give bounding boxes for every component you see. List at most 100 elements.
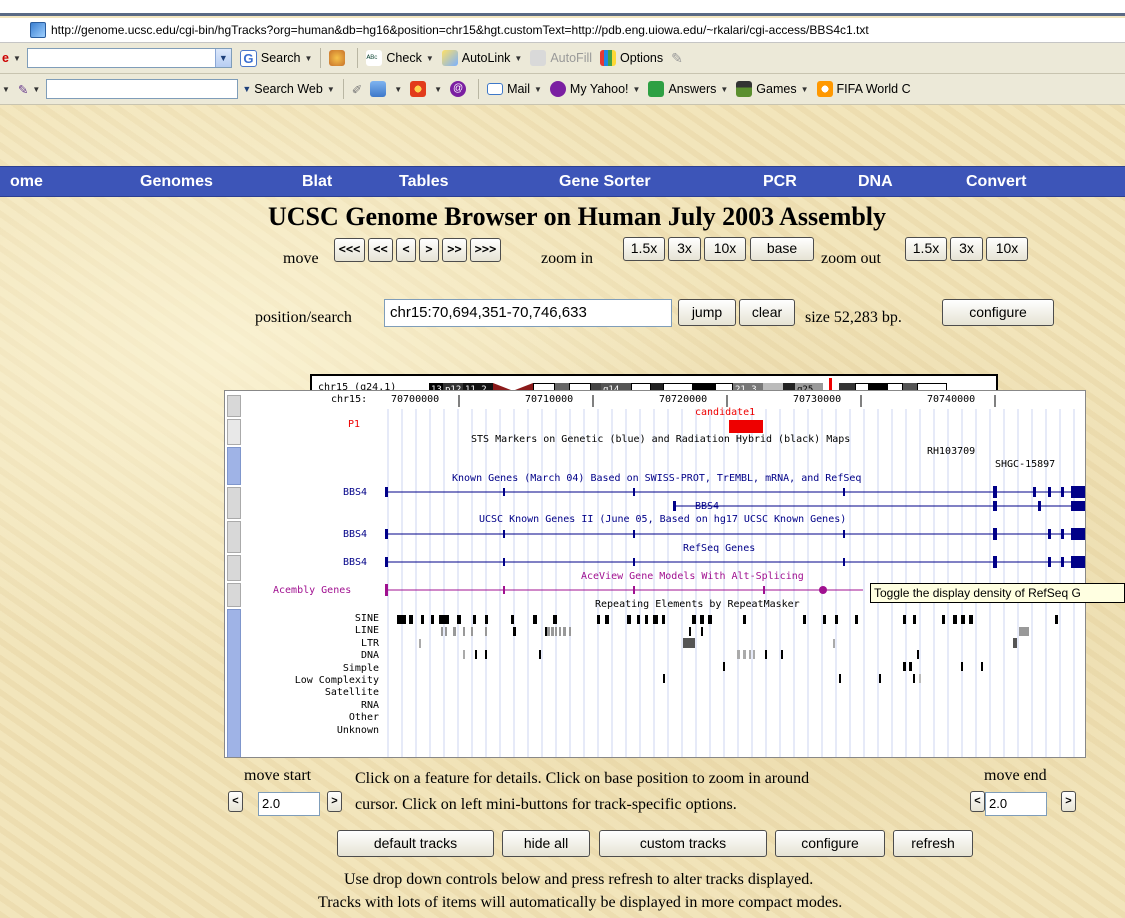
answers-icon (648, 81, 665, 97)
mini-button-custom[interactable] (227, 419, 241, 445)
zoom-out-10x-button[interactable]: 10x (986, 237, 1028, 261)
page-title: UCSC Genome Browser on Human July 2003 A… (268, 202, 887, 231)
search-web-button[interactable]: ▼ Search Web ▼ (242, 82, 334, 96)
zoom-in-3x-button[interactable]: 3x (668, 237, 701, 261)
move-end-input[interactable]: 2.0 (985, 792, 1047, 816)
pencil-highlight-button[interactable]: ✎ (671, 50, 683, 67)
highlight-button[interactable]: ✐ (352, 82, 362, 97)
repeat-class-labels: SINE LINE LTR DNA Simple Low Complexity … (294, 613, 379, 736)
autolink-button[interactable]: AutoLink ▼ (441, 50, 522, 66)
antispy-icon (410, 81, 427, 97)
nav-genomes[interactable]: Genomes (140, 173, 213, 191)
default-tracks-button[interactable]: default tracks (337, 830, 494, 857)
nav-gene-sorter[interactable]: Gene Sorter (559, 173, 651, 191)
address-bar[interactable]: http://genome.ucsc.edu/cgi-bin/hgTracks?… (0, 18, 1125, 43)
toolbar-search-input[interactable]: ▼ (26, 48, 232, 68)
nav-pcr[interactable]: PCR (763, 173, 797, 191)
dropdown-arrow-icon[interactable]: ▼ (214, 49, 231, 67)
chevron-down-icon[interactable]: ▼ (2, 85, 10, 94)
move-end-left-button[interactable]: < (970, 791, 985, 812)
yahoo-y-icon: @ (450, 81, 467, 97)
page-menu-button[interactable]: ▼ (370, 81, 402, 97)
candidate-feature[interactable] (729, 420, 763, 433)
autofill-icon (530, 50, 547, 66)
ruler-ticks (458, 395, 996, 407)
repeatmasker-title: Repeating Elements by RepeatMasker (595, 599, 800, 610)
move-left-small-button[interactable]: < (396, 238, 416, 262)
toolbar-yahoo: ▼ ✎ ▼ ▼ Search Web ▼ ✐ ▼ ▼ @ Mail ▼ My Yahoo… (0, 74, 1125, 105)
options-button[interactable]: Options (600, 50, 663, 66)
autofill-button[interactable]: AutoFill (530, 50, 592, 66)
tracks-image[interactable]: chr15: 70700000 70710000 70720000 707300… (224, 390, 1086, 758)
my-yahoo-button[interactable]: My Yahoo! ▼ (549, 81, 640, 97)
move-left-far-button[interactable]: <<< (334, 238, 365, 262)
google-g-icon: G (239, 49, 257, 67)
configure-button[interactable]: configure (942, 299, 1054, 326)
zoom-in-10x-button[interactable]: 10x (704, 237, 746, 261)
fifa-button[interactable]: FIFA World C (816, 81, 911, 97)
my-yahoo-icon (549, 81, 566, 97)
move-label: move (283, 250, 319, 267)
games-icon (736, 81, 753, 97)
games-button[interactable]: Games ▼ (736, 81, 809, 97)
address-url[interactable]: http://genome.ucsc.edu/cgi-bin/hgTracks?… (51, 23, 869, 37)
nav-blat[interactable]: Blat (302, 173, 332, 191)
block-popups-button[interactable] (329, 50, 349, 66)
pencil-icon[interactable]: ✎ (18, 82, 28, 97)
gene-label: BBS4 (343, 529, 368, 540)
mini-button-known-ii[interactable] (227, 521, 241, 553)
zoom-in-1.5x-button[interactable]: 1.5x (623, 237, 665, 261)
popup-blocker-icon (329, 50, 346, 66)
mini-button-sts[interactable] (227, 447, 241, 485)
top-nav-bar: ome Genomes Blat Tables Gene Sorter PCR … (0, 166, 1125, 197)
move-end-right-button[interactable]: > (1061, 791, 1076, 812)
google-search-button[interactable]: G Search ▼ (239, 49, 312, 67)
note-line1: Use drop down controls below and press r… (344, 871, 814, 888)
move-right-far-button[interactable]: >>> (470, 238, 501, 262)
mini-button-aceview[interactable] (227, 583, 241, 607)
zoom-out-label: zoom out (821, 250, 881, 267)
move-right-small-button[interactable]: > (419, 238, 439, 262)
zoom-in-base-button[interactable]: base (750, 237, 814, 261)
antispy-button[interactable]: ▼ (410, 81, 442, 97)
nav-convert[interactable]: Convert (966, 173, 1026, 191)
page-menu-icon (370, 81, 387, 97)
answers-button[interactable]: Answers ▼ (648, 81, 728, 97)
mail-button[interactable]: Mail ▼ (487, 82, 542, 96)
pen-icon: ✐ (351, 82, 363, 97)
sts-marker[interactable]: SHGC-15897 (995, 459, 1055, 470)
repeat-elements[interactable] (383, 613, 1085, 737)
nav-home[interactable]: ome (10, 173, 43, 191)
move-start-left-button[interactable]: < (228, 791, 243, 812)
abc-check-icon: ᴬᴮᶜ (366, 50, 383, 66)
configure-tracks-button[interactable]: configure (775, 830, 885, 857)
sts-marker[interactable]: RH103709 (927, 446, 975, 457)
spell-check-button[interactable]: ᴬᴮᶜ Check ▼ (366, 50, 434, 66)
yahoo-button[interactable]: @ (450, 81, 470, 97)
mini-button-known[interactable] (227, 487, 241, 519)
move-right-button[interactable]: >> (442, 238, 467, 262)
mini-button-ruler[interactable] (227, 395, 241, 417)
zoom-out-1.5x-button[interactable]: 1.5x (905, 237, 947, 261)
mail-icon (487, 83, 504, 95)
jump-button[interactable]: jump (678, 299, 736, 326)
custom-tracks-button[interactable]: custom tracks (599, 830, 767, 857)
clear-button[interactable]: clear (739, 299, 795, 326)
zoom-in-label: zoom in (541, 250, 593, 267)
move-start-input[interactable]: 2.0 (258, 792, 320, 816)
zoom-out-3x-button[interactable]: 3x (950, 237, 983, 261)
mini-button-refseq[interactable] (227, 555, 241, 581)
yahoo-search-input[interactable] (46, 79, 239, 99)
position-search-input[interactable]: chr15:70,694,351-70,746,633 (384, 299, 672, 327)
chevron-down-icon[interactable]: ▼ (13, 54, 21, 63)
nav-tables[interactable]: Tables (399, 173, 449, 191)
move-left-button[interactable]: << (368, 238, 393, 262)
move-start-right-button[interactable]: > (327, 791, 342, 812)
nav-dna[interactable]: DNA (858, 173, 893, 191)
candidate-label: candidate1 (695, 407, 756, 418)
hide-all-button[interactable]: hide all (502, 830, 590, 857)
move-start-label: move start (244, 767, 312, 784)
refresh-button[interactable]: refresh (893, 830, 973, 857)
refseq-tooltip: Toggle the display density of RefSeq G (870, 583, 1125, 603)
acembly-label: Acembly Genes (273, 585, 352, 596)
